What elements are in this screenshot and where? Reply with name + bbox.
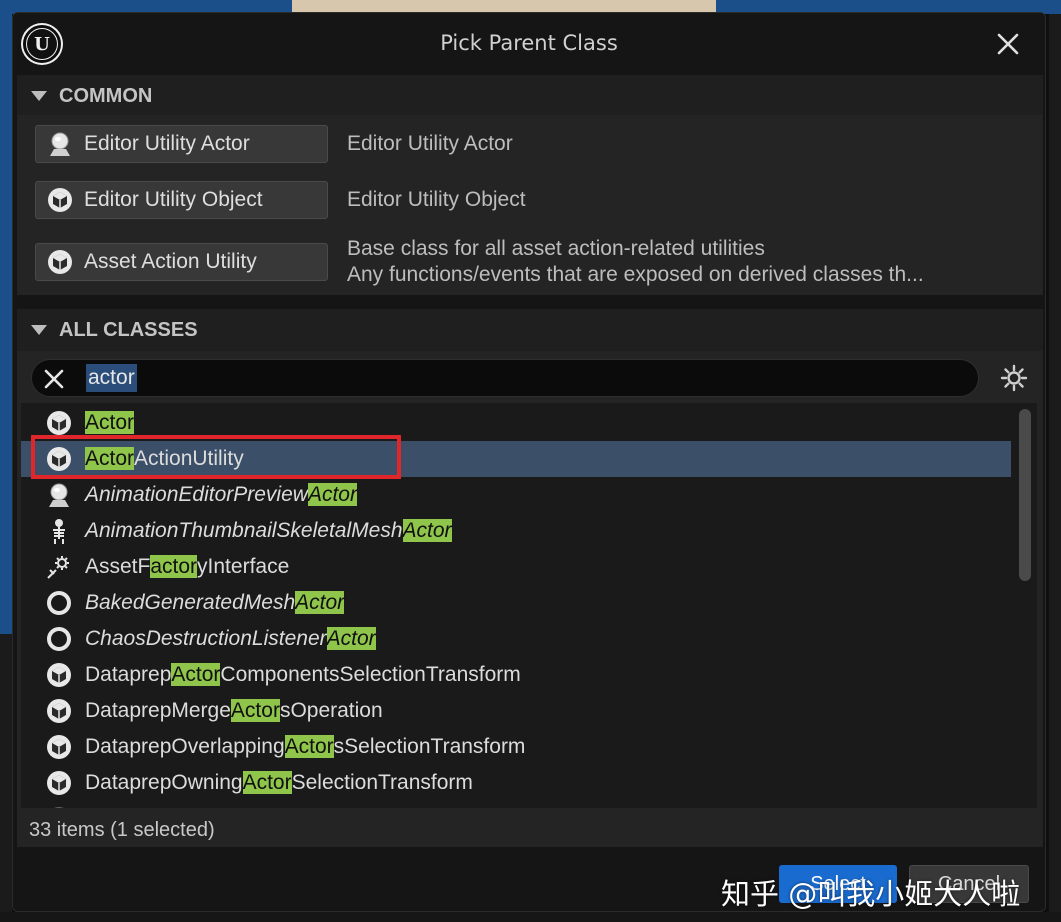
class-list-item[interactable]: DataprepOverlappingActorsSelectionTransf… (21, 729, 1011, 765)
window-title: Pick Parent Class (440, 31, 618, 55)
class-list-item[interactable]: DataprepActorComponentsSelectionTransfor… (21, 657, 1011, 693)
class-name: BakedGeneratedMeshActor (85, 591, 345, 614)
background-right (1049, 14, 1061, 922)
search-match-highlight: Actor (295, 591, 345, 614)
class-name: AssetFactoryInterface (85, 555, 290, 578)
close-button[interactable] (993, 29, 1023, 59)
object-cube-icon (48, 188, 72, 212)
clear-search-icon[interactable] (42, 367, 66, 391)
common-classes-panel: Editor Utility Actor Editor Utility Acto… (17, 115, 1043, 295)
object-cube-icon (45, 733, 73, 761)
asset-action-utility-button[interactable]: Asset Action Utility (35, 243, 328, 281)
factory-gear-icon (45, 553, 73, 581)
search-match-highlight: Actor (284, 735, 334, 758)
title-bar[interactable]: U Pick Parent Class (13, 13, 1045, 75)
search-match-highlight: Actor (242, 771, 292, 794)
class-list[interactable]: Actor ActorActionUtility AnimationEditorPr… (21, 403, 1037, 808)
all-classes-header-label: ALL CLASSES (59, 318, 198, 341)
common-section-header[interactable]: COMMON (17, 75, 1043, 117)
close-icon (997, 33, 1019, 55)
class-description: Editor Utility Object (347, 188, 526, 211)
class-list-item[interactable]: BakedGeneratedMeshActor (21, 585, 1011, 621)
search-match-highlight: Actor (326, 627, 376, 650)
object-cube-icon (45, 409, 73, 437)
all-classes-panel: actor Actor ActorActionUtility AnimationEd… (17, 351, 1043, 847)
search-match-highlight: Actor (307, 483, 357, 506)
ring-icon (45, 625, 73, 653)
class-list-item[interactable]: DataprepMergeActorsOperation (21, 693, 1011, 729)
common-header-label: COMMON (59, 84, 153, 107)
all-classes-section-header[interactable]: ALL CLASSES (17, 309, 1043, 351)
collapse-triangle-icon (31, 325, 47, 335)
class-list-item[interactable]: ActorActionUtility (21, 441, 1011, 477)
class-name: AnimationEditorPreviewActor (85, 483, 357, 506)
class-list-item[interactable]: Actor (21, 405, 1011, 441)
object-cube-icon (45, 445, 73, 473)
search-match-highlight: Actor (230, 699, 280, 722)
background-bottom (0, 912, 1061, 922)
button-label: Editor Utility Object (84, 188, 263, 211)
collapse-triangle-icon (31, 91, 47, 101)
status-text: 33 items (1 selected) (29, 819, 215, 841)
object-cube-icon (45, 805, 73, 808)
search-text: actor (86, 364, 137, 392)
object-cube-icon (45, 661, 73, 689)
search-match-highlight: actor (150, 555, 198, 578)
class-name: ChaosDestructionListenerActor (85, 627, 376, 650)
class-name: DataprepMergeActorsOperation (85, 699, 383, 722)
class-name: DataprepActorComponentsSelectionTransfor… (85, 663, 521, 686)
skeleton-icon (45, 517, 73, 545)
search-match-highlight: Actor (402, 519, 452, 542)
class-description: Base class for all asset action-related … (347, 237, 924, 286)
object-cube-icon (45, 769, 73, 797)
button-label: Asset Action Utility (84, 250, 257, 273)
class-name: DataprepOverlappingActorsSelectionTransf… (85, 735, 526, 758)
actor-sphere-icon (45, 481, 73, 509)
object-cube-icon (48, 250, 72, 274)
class-name: AnimationThumbnailSkeletalMeshActor (85, 519, 452, 542)
class-name: ActorActionUtility (85, 447, 244, 470)
class-list-item[interactable]: DataprepOwningActorSelectionTransform (21, 765, 1011, 801)
class-name: Actor (85, 411, 135, 435)
editor-utility-object-button[interactable]: Editor Utility Object (35, 181, 328, 219)
search-match-highlight: Actor (85, 447, 135, 470)
search-match-highlight: Actor (171, 663, 221, 686)
pick-parent-class-dialog: U Pick Parent Class COMMON Editor Utilit… (12, 12, 1046, 912)
class-list-item[interactable]: AnimationEditorPreviewActor (21, 477, 1011, 513)
search-match-highlight: Actor (85, 411, 135, 434)
object-cube-icon (45, 697, 73, 725)
actor-sphere-icon (50, 132, 70, 156)
background-left-lower (0, 634, 12, 922)
class-description: Editor Utility Actor (347, 132, 513, 155)
class-list-item-partial[interactable] (21, 801, 1011, 808)
background-left (0, 14, 12, 634)
button-label: Editor Utility Actor (84, 132, 250, 155)
gear-icon[interactable] (999, 363, 1029, 393)
class-list-item[interactable]: AssetFactoryInterface (21, 549, 1011, 585)
list-scrollbar[interactable] (1019, 409, 1031, 581)
class-search-input[interactable]: actor (31, 359, 979, 397)
class-name: DataprepOwningActorSelectionTransform (85, 771, 473, 794)
editor-utility-actor-button[interactable]: Editor Utility Actor (35, 125, 328, 163)
watermark: 知乎 @叫我小姬大人啦 (721, 877, 1021, 911)
class-list-item[interactable]: AnimationThumbnailSkeletalMeshActor (21, 513, 1011, 549)
ring-icon (45, 589, 73, 617)
class-list-item[interactable]: ChaosDestructionListenerActor (21, 621, 1011, 657)
